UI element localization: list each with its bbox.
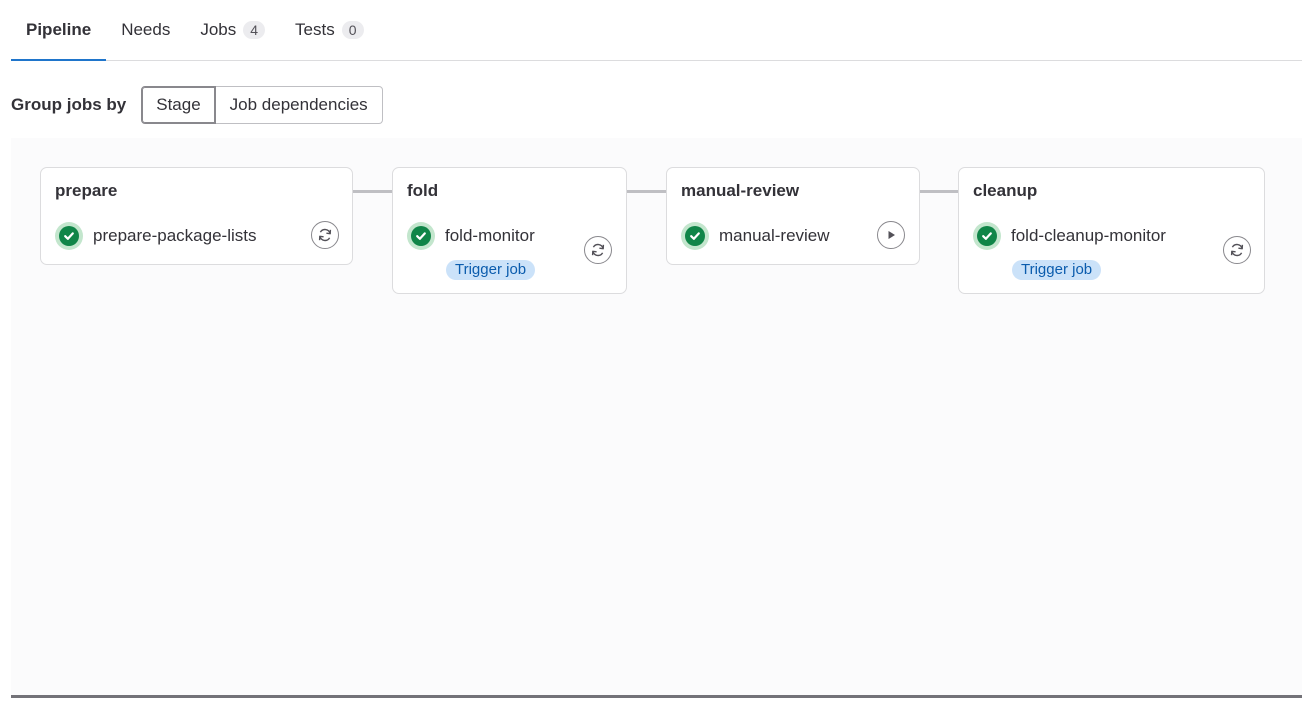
success-status-icon xyxy=(55,222,83,250)
retry-icon[interactable] xyxy=(1223,236,1251,264)
pipeline-tabs: Pipeline Needs Jobs 4 Tests 0 xyxy=(11,0,1302,61)
tab-needs-label: Needs xyxy=(121,20,171,39)
success-status-icon xyxy=(681,222,709,250)
jobs-count-badge: 4 xyxy=(243,21,266,39)
stage-connector xyxy=(626,190,666,193)
group-jobs-by: Group jobs by Stage Job dependencies xyxy=(11,86,383,124)
stage-title: cleanup xyxy=(973,181,1038,200)
stage-title: manual-review xyxy=(681,181,800,200)
play-icon[interactable] xyxy=(877,221,905,249)
tab-pipeline[interactable]: Pipeline xyxy=(11,0,107,61)
trigger-job-badge: Trigger job xyxy=(446,260,536,280)
pipeline-graph: prepare prepare-package-lists fold fold-… xyxy=(11,138,1302,698)
stage-title: prepare xyxy=(55,181,118,200)
tab-pipeline-label: Pipeline xyxy=(26,20,92,39)
group-by-job-dependencies-button[interactable]: Job dependencies xyxy=(215,86,383,124)
job-name: fold-cleanup-monitor xyxy=(1011,226,1166,245)
tab-tests-label: Tests xyxy=(295,20,335,39)
job-name: prepare-package-lists xyxy=(93,226,257,245)
job-name: fold-monitor xyxy=(445,226,535,245)
stage-prepare: prepare prepare-package-lists xyxy=(40,167,353,265)
tab-jobs-label: Jobs xyxy=(200,20,237,39)
trigger-job-badge: Trigger job xyxy=(1012,260,1102,280)
stage-fold: fold fold-monitor Trigger job xyxy=(392,167,627,294)
stage-connector xyxy=(352,190,393,193)
stage-title: fold xyxy=(407,181,439,200)
stage-cleanup: cleanup fold-cleanup-monitor Trigger job xyxy=(958,167,1265,294)
tab-needs[interactable]: Needs xyxy=(106,0,185,60)
group-jobs-by-label: Group jobs by xyxy=(11,95,127,114)
success-status-icon xyxy=(973,222,1001,250)
group-by-stage-button[interactable]: Stage xyxy=(141,86,216,124)
tab-jobs[interactable]: Jobs 4 xyxy=(185,0,280,60)
job-name: manual-review xyxy=(719,226,830,245)
stage-manual-review: manual-review manual-review xyxy=(666,167,920,265)
job-prepare-package-lists[interactable]: prepare-package-lists xyxy=(55,222,256,250)
group-by-toggle: Stage Job dependencies xyxy=(141,86,383,124)
retry-icon[interactable] xyxy=(584,236,612,264)
stage-connector xyxy=(919,190,958,193)
job-manual-review[interactable]: manual-review xyxy=(681,222,830,250)
tab-tests[interactable]: Tests 0 xyxy=(280,0,378,60)
tests-count-badge: 0 xyxy=(341,21,364,39)
retry-icon[interactable] xyxy=(311,221,339,249)
job-fold-monitor[interactable]: fold-monitor xyxy=(407,222,535,250)
success-status-icon xyxy=(407,222,435,250)
job-fold-cleanup-monitor[interactable]: fold-cleanup-monitor xyxy=(973,222,1166,250)
